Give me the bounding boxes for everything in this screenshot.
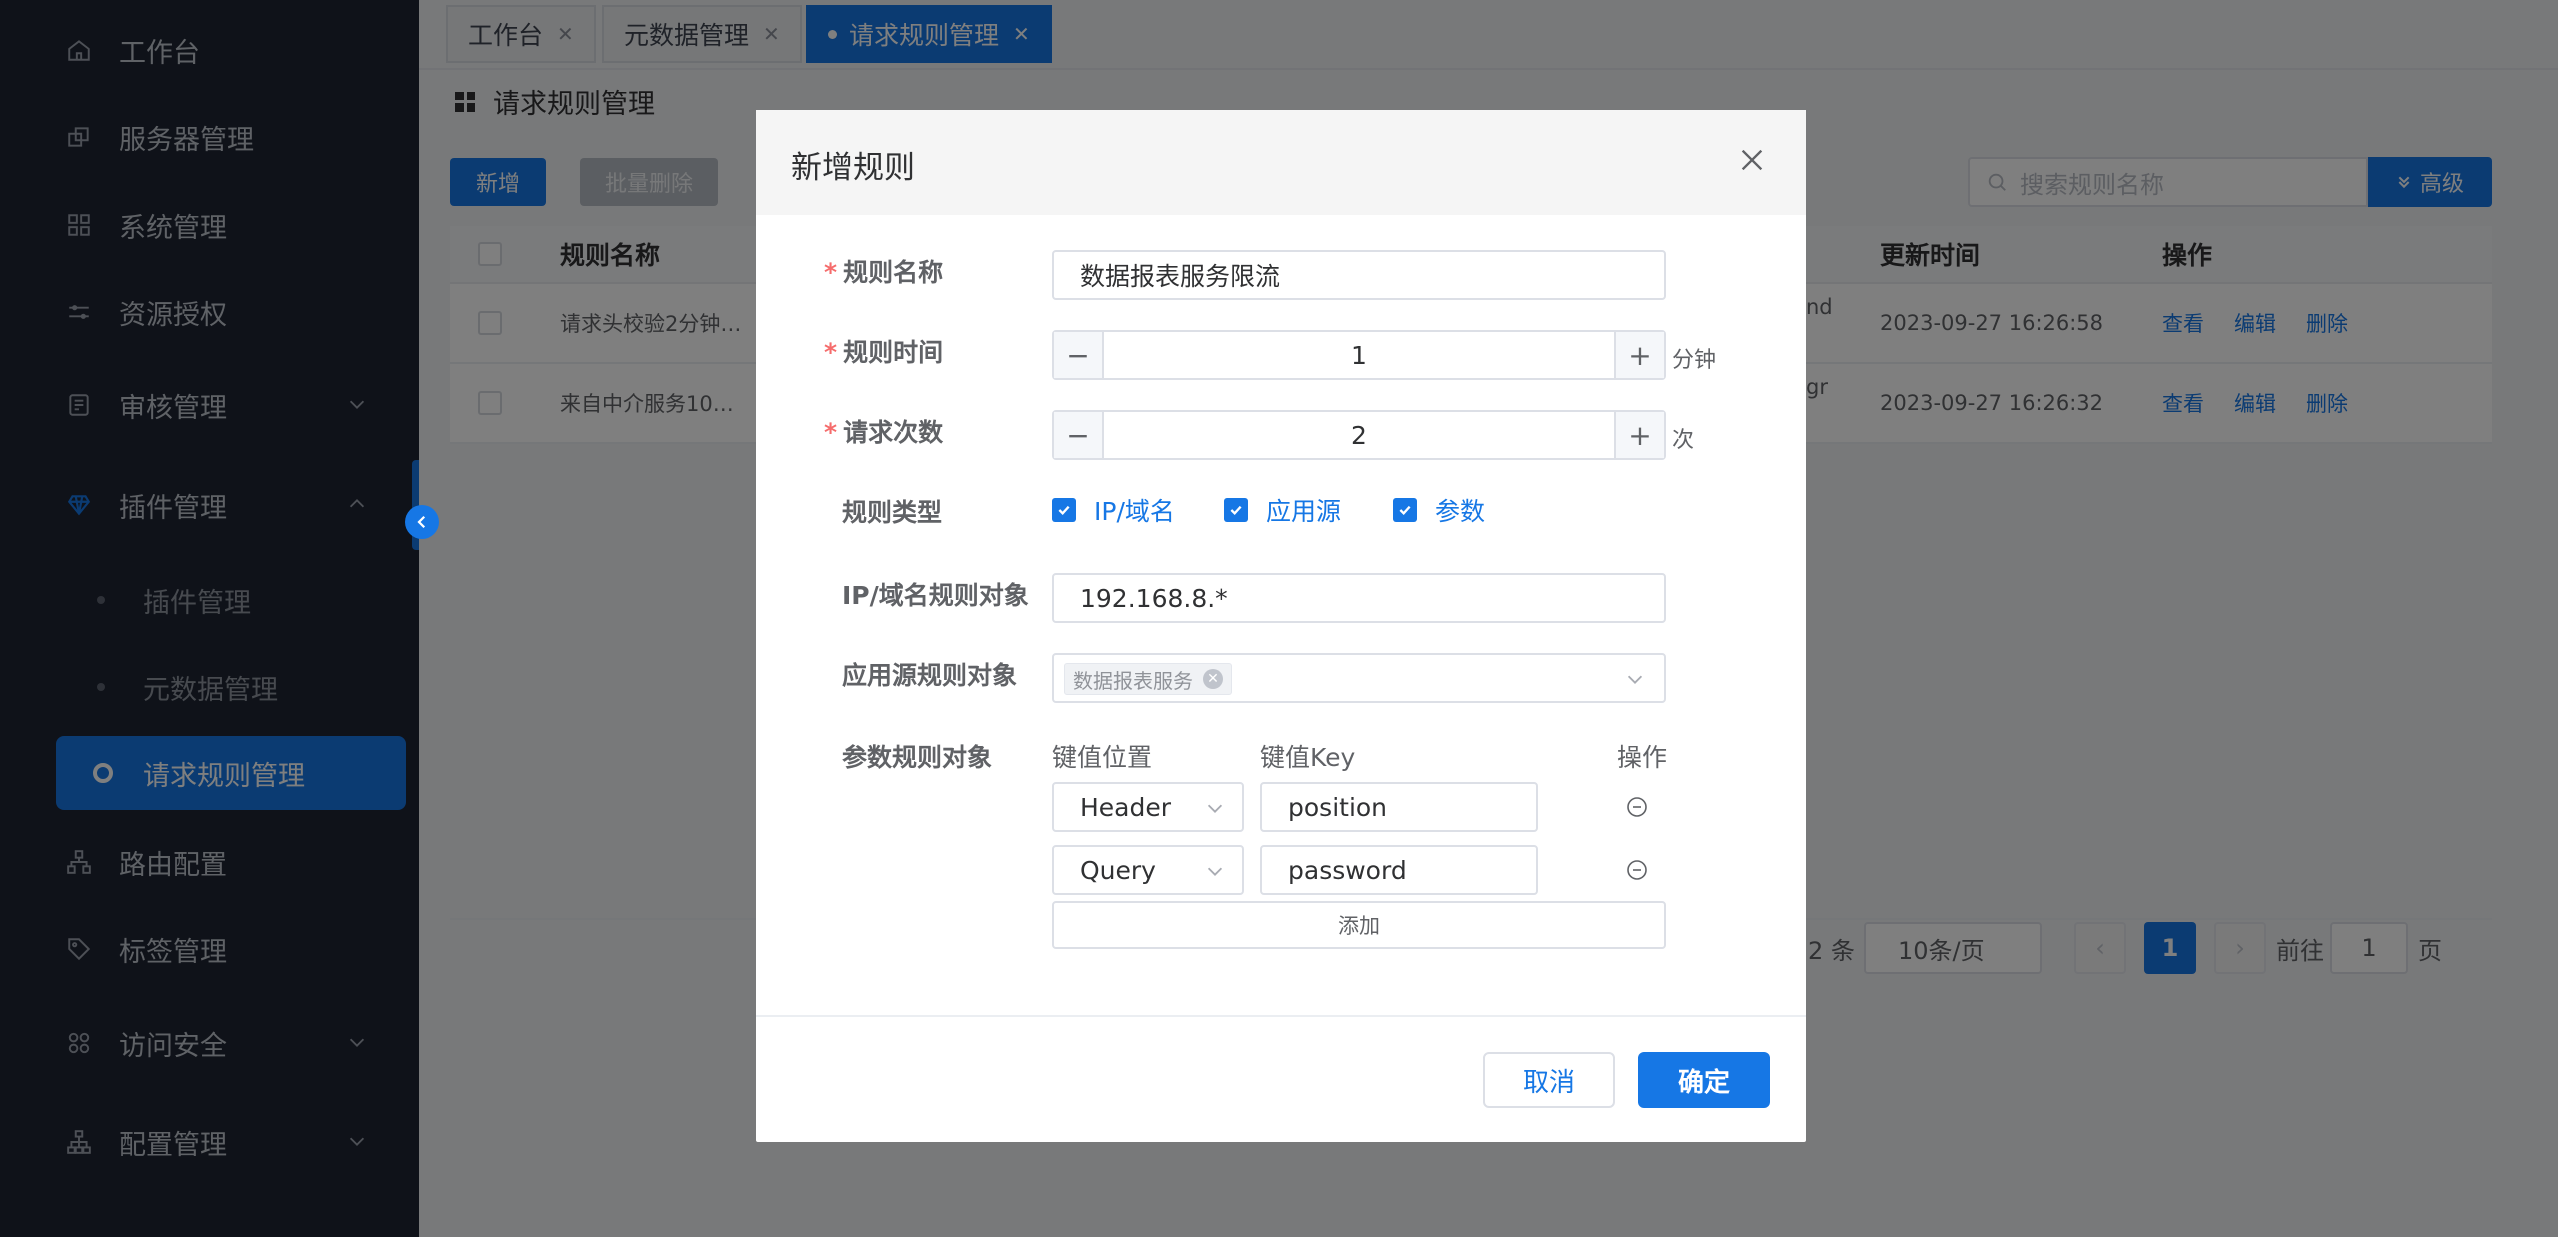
- select-value: Query: [1080, 855, 1156, 885]
- cancel-button[interactable]: 取消: [1483, 1052, 1615, 1108]
- param-key-input[interactable]: position: [1260, 782, 1538, 832]
- dialog-title: 新增规则: [791, 150, 915, 186]
- app-object-label: 应用源规则对象: [842, 661, 1018, 690]
- type-param-checkbox[interactable]: 参数: [1393, 492, 1485, 528]
- confirm-button[interactable]: 确定: [1638, 1052, 1770, 1108]
- select-value: Header: [1080, 792, 1172, 822]
- rule-time-label: * 规则时间: [824, 338, 944, 367]
- type-app-checkbox[interactable]: 应用源: [1224, 492, 1341, 528]
- checkbox-label: 参数: [1435, 497, 1486, 526]
- request-count-value[interactable]: 2: [1104, 412, 1614, 458]
- param-position-select[interactable]: Header: [1052, 782, 1244, 832]
- param-object-label: 参数规则对象: [842, 743, 993, 772]
- param-header-position: 键值位置: [1052, 743, 1153, 772]
- param-header-key: 键值Key: [1260, 743, 1356, 772]
- tag-close-icon[interactable]: ✕: [1203, 669, 1223, 689]
- dialog-footer-divider: [756, 1015, 1806, 1017]
- request-count-label: * 请求次数: [824, 418, 944, 447]
- tag-label: 数据报表服务: [1073, 668, 1193, 693]
- rule-time-value[interactable]: 1: [1104, 332, 1614, 378]
- dialog-header: 新增规则: [756, 110, 1806, 215]
- check-icon: [1393, 498, 1417, 522]
- check-icon: [1224, 498, 1248, 522]
- rule-name-label: * 规则名称: [824, 258, 944, 287]
- rule-name-input[interactable]: 数据报表服务限流: [1052, 250, 1666, 300]
- chevron-down-icon: [1207, 804, 1223, 813]
- rule-time-stepper: − 1 +: [1052, 330, 1666, 380]
- param-header-ops: 操作: [1617, 743, 1668, 772]
- type-ip-checkbox[interactable]: IP/域名: [1052, 492, 1175, 528]
- decrement-button[interactable]: −: [1054, 412, 1104, 458]
- chevron-down-icon: [1627, 675, 1643, 684]
- ip-object-input[interactable]: 192.168.8.*: [1052, 573, 1666, 623]
- decrement-button[interactable]: −: [1054, 332, 1104, 378]
- add-rule-dialog: 新增规则 * 规则名称 数据报表服务限流 * 规则时间 − 1 + 分钟 * 请求次数…: [756, 110, 1806, 1142]
- request-count-stepper: − 2 +: [1052, 410, 1666, 460]
- increment-button[interactable]: +: [1614, 332, 1664, 378]
- remove-circle-icon[interactable]: [1625, 858, 1649, 882]
- app-object-select[interactable]: 数据报表服务 ✕: [1052, 653, 1666, 703]
- rule-type-label: 规则类型: [842, 498, 943, 527]
- param-key-input[interactable]: password: [1260, 845, 1538, 895]
- ip-object-label: IP/域名规则对象: [842, 581, 1029, 610]
- param-position-select[interactable]: Query: [1052, 845, 1244, 895]
- check-icon: [1052, 498, 1076, 522]
- close-icon[interactable]: [1736, 144, 1768, 176]
- collapse-sidebar-button[interactable]: [405, 505, 439, 539]
- chevron-left-icon: [417, 515, 426, 529]
- checkbox-label: 应用源: [1266, 497, 1342, 526]
- chevron-down-icon: [1207, 867, 1223, 876]
- request-count-unit: 次: [1672, 428, 1695, 453]
- rule-time-unit: 分钟: [1672, 348, 1717, 373]
- selected-tag: 数据报表服务 ✕: [1064, 663, 1232, 695]
- remove-circle-icon[interactable]: [1625, 795, 1649, 819]
- add-param-button[interactable]: 添加: [1052, 901, 1666, 949]
- increment-button[interactable]: +: [1614, 412, 1664, 458]
- checkbox-label: IP/域名: [1094, 497, 1175, 526]
